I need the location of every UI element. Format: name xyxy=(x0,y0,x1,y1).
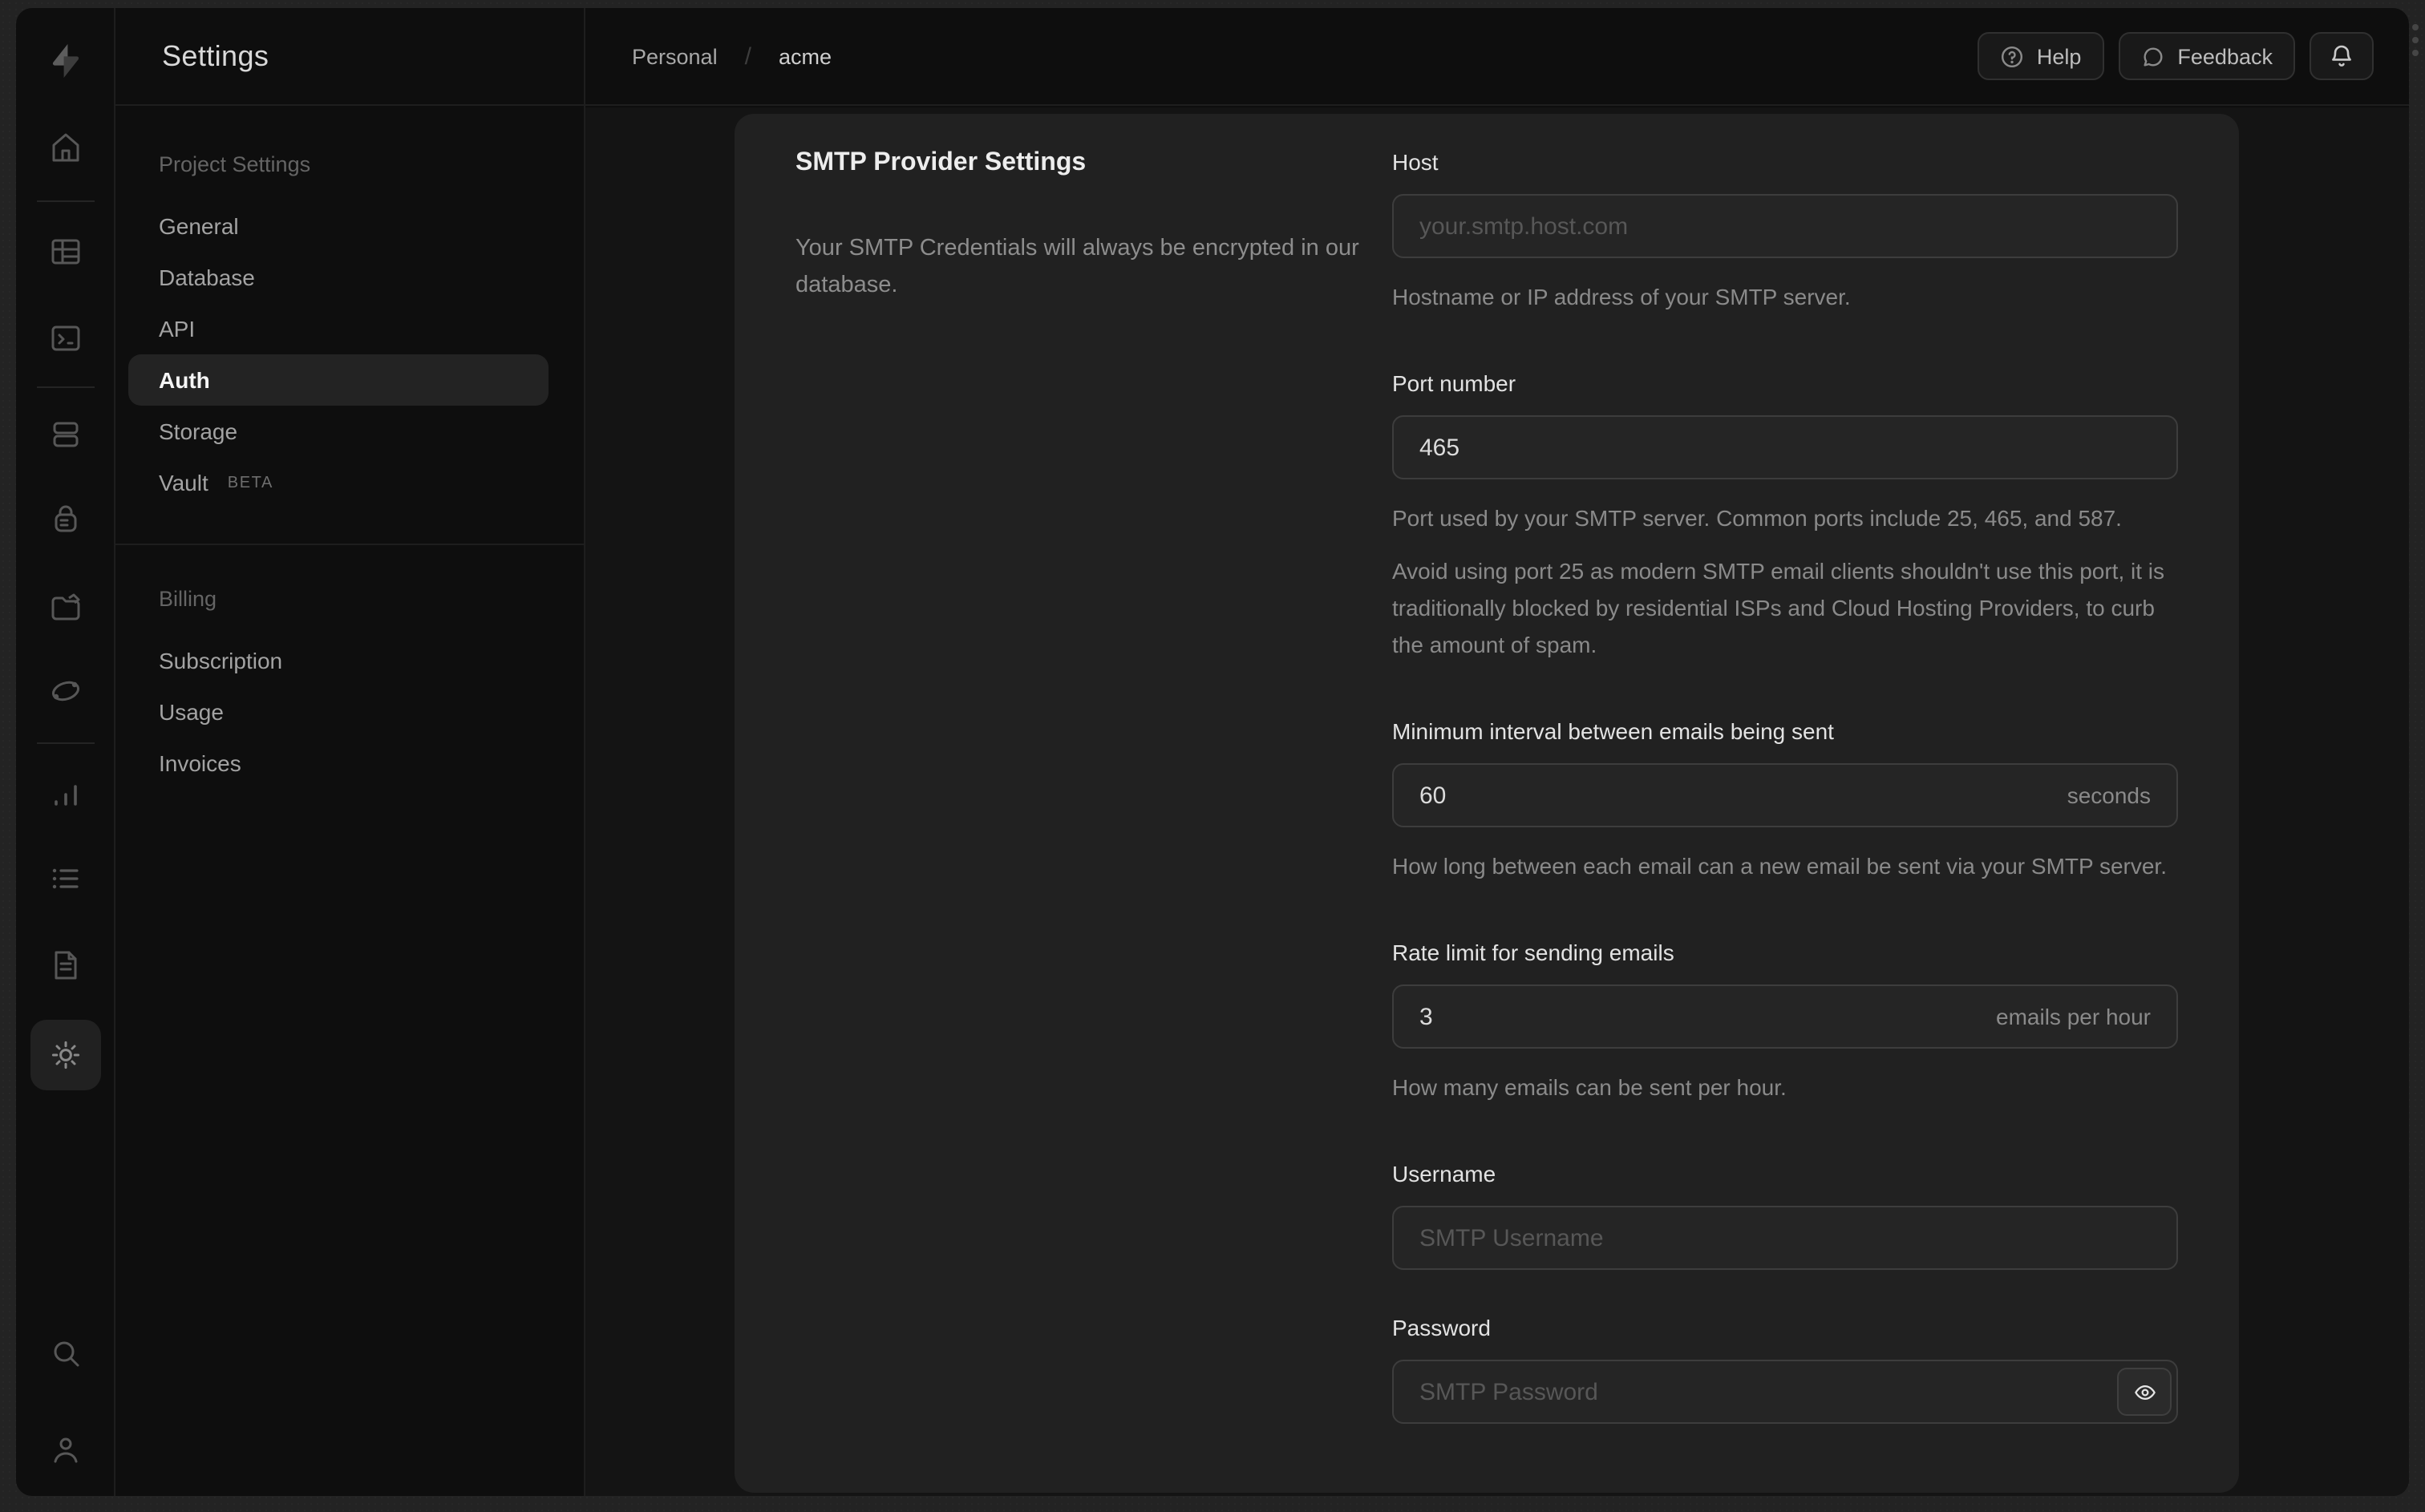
top-header: Personal / acme Help Feedback xyxy=(585,8,2409,106)
section-label-billing: Billing xyxy=(159,587,217,611)
sidebar-item-invoices[interactable]: Invoices xyxy=(128,738,549,789)
rail-divider xyxy=(37,386,95,388)
sidebar-item-auth[interactable]: Auth xyxy=(128,354,549,406)
smtp-settings-panel: SMTP Provider Settings Your SMTP Credent… xyxy=(735,114,2239,1493)
sidebar-item-api[interactable]: API xyxy=(128,303,549,354)
beta-badge: BETA xyxy=(227,474,273,491)
sql-editor-icon[interactable] xyxy=(48,321,83,356)
feedback-icon xyxy=(2143,46,2162,66)
interval-label: Minimum interval between emails being se… xyxy=(1392,718,1834,744)
eye-icon xyxy=(2134,1384,2155,1400)
settings-sidebar: Settings Project Settings General Databa… xyxy=(115,8,585,1496)
interval-input[interactable] xyxy=(1392,763,2178,827)
notifications-button[interactable] xyxy=(2310,32,2374,80)
scrollbar-dots[interactable] xyxy=(2412,24,2419,56)
sidebar-item-vault[interactable]: Vault BETA xyxy=(128,457,549,508)
panel-heading: SMTP Provider Settings xyxy=(796,149,1087,176)
breadcrumb-org[interactable]: Personal xyxy=(632,44,718,68)
reports-icon[interactable] xyxy=(48,778,83,813)
sidebar-item-general[interactable]: General xyxy=(128,200,549,252)
storage-icon[interactable] xyxy=(48,590,83,625)
content-area: SMTP Provider Settings Your SMTP Credent… xyxy=(585,107,2409,1496)
sidebar-item-storage[interactable]: Storage xyxy=(128,406,549,457)
host-helper: Hostname or IP address of your SMTP serv… xyxy=(1392,284,1851,309)
sidebar-header: Settings xyxy=(115,8,584,106)
breadcrumb-project[interactable]: acme xyxy=(779,44,832,68)
port-label: Port number xyxy=(1392,370,1516,396)
port-note: Avoid using port 25 as modern SMTP email… xyxy=(1392,558,2165,657)
table-editor-icon[interactable] xyxy=(48,234,83,269)
rail-divider xyxy=(37,200,95,202)
show-password-button[interactable] xyxy=(2117,1368,2172,1416)
username-label: Username xyxy=(1392,1161,1496,1187)
bell-icon xyxy=(2332,45,2351,67)
help-icon xyxy=(2001,45,2022,67)
settings-rail-active[interactable] xyxy=(30,1020,101,1090)
breadcrumb-separator: / xyxy=(744,42,751,70)
port-input[interactable] xyxy=(1392,415,2178,479)
supabase-logo-icon[interactable] xyxy=(47,42,85,80)
search-icon[interactable] xyxy=(48,1336,83,1371)
sidebar-divider xyxy=(115,544,584,545)
section-label-project-settings: Project Settings xyxy=(159,152,311,176)
home-icon[interactable] xyxy=(48,130,83,165)
icon-rail xyxy=(16,8,115,1496)
port-helper: Port used by your SMTP server. Common po… xyxy=(1392,505,2122,531)
page-title: Settings xyxy=(162,39,269,71)
rail-divider xyxy=(37,742,95,744)
password-label: Password xyxy=(1392,1315,1491,1340)
sidebar-item-database[interactable]: Database xyxy=(128,252,549,303)
sidebar-item-usage[interactable]: Usage xyxy=(128,686,549,738)
feedback-button[interactable]: Feedback xyxy=(2118,32,2295,80)
logs-icon[interactable] xyxy=(48,861,83,896)
help-button[interactable]: Help xyxy=(1977,32,2104,80)
username-input[interactable] xyxy=(1392,1206,2178,1270)
host-input[interactable] xyxy=(1392,194,2178,258)
host-label: Host xyxy=(1392,149,1439,175)
docs-icon[interactable] xyxy=(48,948,83,983)
interval-helper: How long between each email can a new em… xyxy=(1392,853,2167,879)
rate-label: Rate limit for sending emails xyxy=(1392,940,1674,965)
desktop-frame: Settings Project Settings General Databa… xyxy=(0,0,2425,1512)
sidebar-item-subscription[interactable]: Subscription xyxy=(128,635,549,686)
database-icon[interactable] xyxy=(48,417,83,452)
panel-description: Your SMTP Credentials will always be enc… xyxy=(796,236,1359,298)
gear-icon xyxy=(48,1037,83,1073)
rate-input[interactable] xyxy=(1392,984,2178,1049)
password-input[interactable] xyxy=(1392,1360,2178,1424)
rate-helper: How many emails can be sent per hour. xyxy=(1392,1074,1787,1100)
edge-functions-icon[interactable] xyxy=(48,673,83,709)
auth-icon[interactable] xyxy=(48,502,83,537)
app-window: Settings Project Settings General Databa… xyxy=(16,8,2409,1496)
user-icon[interactable] xyxy=(48,1432,83,1467)
